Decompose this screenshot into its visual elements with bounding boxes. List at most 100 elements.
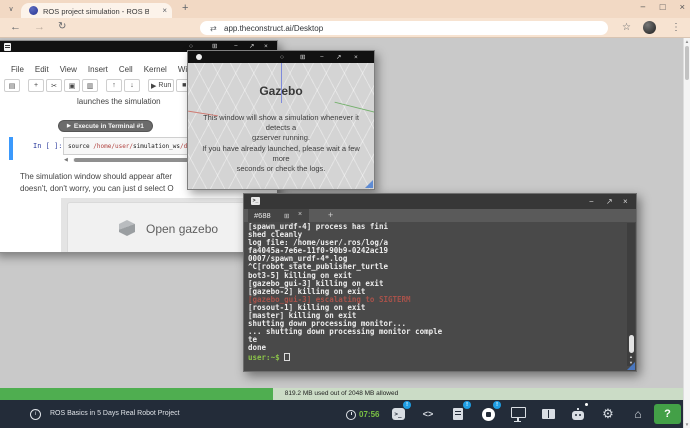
menu-item-view[interactable]: View <box>60 65 77 74</box>
terminal-cursor <box>284 352 291 361</box>
terminal-tab-label: #688 <box>254 211 271 220</box>
window-maximize-icon[interactable]: □ <box>660 2 666 13</box>
taskbar-code-icon[interactable]: <> <box>420 406 436 422</box>
notebook-app-icon <box>4 42 11 51</box>
popout-window-icon[interactable]: ⊞ <box>300 54 305 62</box>
browser-menu-icon[interactable]: ⋮ <box>671 22 681 33</box>
cut-cell-button[interactable]: ✂ <box>46 79 62 92</box>
tab-close-icon[interactable]: × <box>162 6 167 15</box>
gazebo-app-icon <box>196 54 202 60</box>
run-icon: ▶ <box>151 82 157 90</box>
save-button[interactable]: ▤ <box>4 79 20 92</box>
maximize-window-icon[interactable]: ↗ <box>336 54 341 62</box>
close-window-icon[interactable]: × <box>354 54 358 62</box>
help-button[interactable]: ? <box>654 404 681 424</box>
scrollbar-thumb[interactable] <box>74 158 202 162</box>
notebook-text: launches the simulation <box>77 97 161 106</box>
terminal-output[interactable]: [spawn_urdf-4] process has fini shed clea… <box>248 222 624 362</box>
terminal-scrollbar[interactable]: ▲ ▼ <box>627 223 635 366</box>
notification-badge: ! <box>463 401 471 409</box>
gazebo-y-axis <box>334 101 374 114</box>
terminal-line: [spawn_urdf-4] process has fini <box>248 222 388 231</box>
taskbar-book-icon[interactable] <box>540 406 556 422</box>
popout-tab-icon[interactable]: ⊞ <box>284 212 289 220</box>
bookmark-star-icon[interactable]: ☆ <box>622 22 631 33</box>
taskbar-icons: >_! <>!! ⚙ ⌂ <box>0 400 683 428</box>
page-scrollbar[interactable]: ▲ ▼ <box>683 38 690 428</box>
add-cell-button[interactable]: + <box>28 79 44 92</box>
minimize-window-icon[interactable]: − <box>589 197 594 206</box>
terminal-tabbar: #688 ⊞ × + <box>244 209 636 222</box>
cell-prompt: In [ ]: <box>33 142 63 150</box>
forward-icon[interactable]: → <box>34 21 45 33</box>
resize-handle[interactable] <box>365 180 373 188</box>
menu-item-file[interactable]: File <box>11 65 24 74</box>
run-cell-button[interactable]: ▶ Run <box>148 79 175 92</box>
memory-usage-text: 819.2 MB used out of 2048 MB allowed <box>284 390 399 397</box>
gazebo-window: ○ ⊞ − ↗ × Gazebo This window will show a… <box>187 50 375 190</box>
notification-dot <box>585 403 588 406</box>
taskbar-home-icon[interactable]: ⌂ <box>630 406 646 422</box>
url-bar[interactable]: ⇄ app.theconstruct.ai/Desktop <box>200 21 608 35</box>
back-icon[interactable]: ← <box>10 21 21 33</box>
tab-search-chevron-icon[interactable]: ∨ <box>4 4 18 16</box>
browser-tab[interactable]: ROS project simulation - ROS B × <box>21 3 172 18</box>
close-window-icon[interactable]: × <box>623 197 628 206</box>
site-favicon-icon <box>29 6 38 15</box>
gazebo-message: This window will show a simulation whene… <box>203 113 359 142</box>
terminal-titlebar[interactable]: >_ − ↗ × <box>244 194 636 209</box>
taskbar-simulation-icon[interactable]: ! <box>480 401 501 422</box>
reload-icon[interactable]: ↻ <box>58 21 66 32</box>
scroll-up-icon[interactable]: ▲ <box>684 39 690 44</box>
profile-avatar[interactable] <box>643 21 656 34</box>
menu-item-kernel[interactable]: Kernel <box>144 65 167 74</box>
browser-window-controls: − □ × <box>640 2 685 13</box>
memory-usage-bar: 819.2 MB used out of 2048 MB allowed <box>0 388 683 400</box>
terminal-prompt: user:~$ <box>248 352 280 362</box>
menu-item-cell[interactable]: Cell <box>119 65 133 74</box>
browser-window: ∨ ROS project simulation - ROS B × + − □… <box>0 0 690 428</box>
terminal-line: te <box>248 335 258 345</box>
scrollbar-thumb[interactable] <box>628 335 634 353</box>
maximize-window-icon[interactable]: ↗ <box>606 197 613 206</box>
resize-handle[interactable] <box>627 362 635 370</box>
new-tab-button[interactable]: + <box>182 2 188 14</box>
move-cell-up-button[interactable]: ↑ <box>106 79 122 92</box>
close-tab-icon[interactable]: × <box>298 211 302 218</box>
browser-toolbar: ← → ↻ ⇄ app.theconstruct.ai/Desktop ☆ ⋮ <box>0 18 690 38</box>
paste-cell-button[interactable]: ▥ <box>82 79 98 92</box>
taskbar-notebook-icon[interactable]: ! <box>450 401 471 422</box>
gazebo-titlebar[interactable]: ○ ⊞ − ↗ × <box>188 51 374 63</box>
notification-badge: ! <box>403 401 411 409</box>
window-minimize-icon[interactable]: − <box>640 2 646 13</box>
taskbar-robot-icon[interactable] <box>570 403 588 422</box>
execute-in-terminal-button[interactable]: ▶ Execute in Terminal #1 <box>58 120 153 132</box>
taskbar-terminal-icon[interactable]: >_! <box>390 401 411 422</box>
menu-item-edit[interactable]: Edit <box>35 65 49 74</box>
gazebo-message: If you have already launched, please wai… <box>202 144 360 173</box>
scrollbar-thumb[interactable] <box>685 46 689 80</box>
new-terminal-tab-button[interactable]: + <box>328 210 333 220</box>
taskbar-gear-icon[interactable]: ⚙ <box>600 406 616 422</box>
refresh-window-icon[interactable]: ○ <box>280 54 284 62</box>
notification-badge: ! <box>493 401 501 409</box>
minimize-window-icon[interactable]: − <box>320 54 324 62</box>
copy-cell-button[interactable]: ▣ <box>64 79 80 92</box>
terminal-tab[interactable]: #688 ⊞ × <box>248 209 309 222</box>
scroll-left-icon[interactable]: ◀ <box>64 157 68 163</box>
menu-item-insert[interactable]: Insert <box>88 65 108 74</box>
taskbar-screen-icon[interactable] <box>510 406 526 422</box>
scroll-up-icon[interactable]: ▲ <box>627 354 635 359</box>
open-gazebo-label[interactable]: Open gazebo <box>146 222 218 236</box>
play-icon: ▶ <box>67 123 71 129</box>
window-close-icon[interactable]: × <box>679 2 685 13</box>
cell-code: source /home/user/simulation_ws/dev <box>68 143 194 150</box>
scroll-down-icon[interactable]: ▼ <box>684 422 690 427</box>
page-viewport: ○ ⊞ − ↗ × FileEditViewInsertCellKernelWi… <box>0 38 690 428</box>
site-settings-icon[interactable]: ⇄ <box>210 24 217 33</box>
terminal-window: >_ − ↗ × #688 ⊞ × + [spawn_urdf-4] proce… <box>243 193 637 372</box>
move-cell-down-button[interactable]: ↓ <box>124 79 140 92</box>
url-text: app.theconstruct.ai/Desktop <box>224 24 324 33</box>
terminal-line: ... shutting down processing monitor com… <box>248 327 443 337</box>
gazebo-viewport[interactable]: Gazebo This window will show a simulatio… <box>188 63 374 189</box>
